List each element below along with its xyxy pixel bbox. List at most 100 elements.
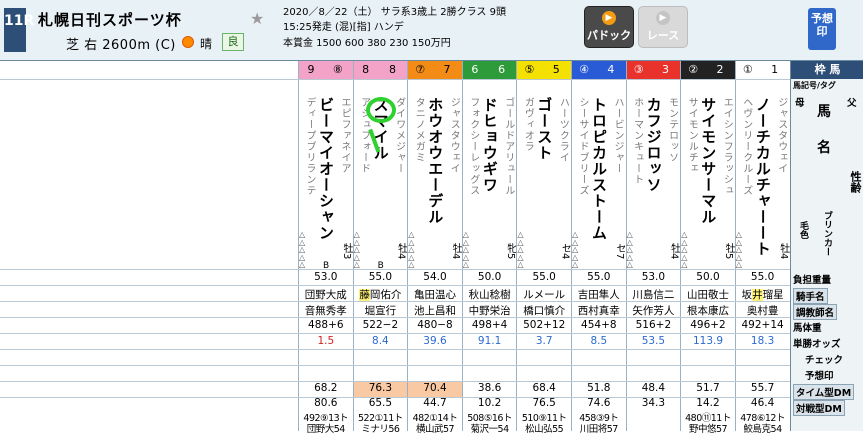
past-race-summary[interactable]: 522①11ト ミナリ56 (354, 413, 408, 435)
past-race-summary[interactable]: 478⑥12ト 鮫島克54 (736, 413, 790, 435)
check-cell[interactable] (299, 351, 353, 363)
forecast-cell[interactable] (572, 367, 626, 379)
race-button-label: レース (646, 29, 680, 42)
horse-column[interactable]: ④4 シーサイドブリーズ トロピカルストーム ハービンジャー △ △ △ △ △ セ7 … (571, 61, 626, 435)
trainer-name[interactable]: 西村真幸 (572, 303, 626, 318)
jockey-name[interactable]: ルメール (517, 287, 571, 302)
horse-column[interactable]: ⑤5 ガヴィオラ ゴースト ハーツクライ △ △ △ △ △ セ4 55.0 ルメール … (516, 61, 571, 435)
jockey-name[interactable]: 秋山稔樹 (463, 287, 517, 302)
win-odds: 39.6 (423, 335, 447, 347)
body-weight: 480−8 (417, 319, 453, 331)
waku-number: ⑦ (408, 61, 433, 79)
vs-dm-value: 65.5 (368, 397, 393, 409)
dam-sire-name: ハーツクライ (557, 97, 569, 163)
trainer-name[interactable]: 根本康広 (681, 303, 735, 318)
row-labels: 枠 馬 馬記号/タグ 母 父 馬 名 性齢 ブリンカー 毛色 負担重量 騎手名 … (790, 61, 863, 431)
horse-column[interactable]: ②2 サイモンルチェ サイモンサーマル エイシンフラッシュ △ △ △ △ △ 牡5 5… (680, 61, 735, 435)
check-cell[interactable] (463, 351, 517, 363)
check-cell[interactable] (572, 351, 626, 363)
jockey-name[interactable]: 藤岡佑介 (354, 287, 408, 302)
sex-age: 牡4 (777, 243, 789, 260)
horse-name[interactable]: トロピカルストーム (589, 97, 610, 241)
forecast-cell[interactable] (517, 367, 571, 379)
dam-sire-name: エイシンフラッシュ (721, 97, 733, 196)
check-cell[interactable] (681, 351, 735, 363)
forecast-cell[interactable] (408, 367, 462, 379)
trainer-name[interactable]: 矢作芳人 (627, 303, 681, 318)
jockey-name[interactable]: 亀田温心 (408, 287, 462, 302)
race-video-button[interactable]: ▶ レース (638, 6, 688, 48)
forecast-cell[interactable] (681, 367, 735, 379)
horse-name[interactable]: ホウオウエーデル (425, 97, 446, 225)
forecast-cell[interactable] (354, 367, 408, 379)
check-cell[interactable] (408, 351, 462, 363)
vs-dm-label[interactable]: 対戦型DM (793, 400, 845, 416)
body-weight: 498+4 (471, 319, 508, 331)
trainer-name[interactable]: 池上昌和 (408, 303, 462, 318)
horse-column[interactable]: ③3 ホーマンキュート カフジロッソ モンテロッソ △ △ △ △ △ 牡4 53.0 … (625, 61, 681, 431)
horse-name[interactable]: カフジロッソ (644, 97, 665, 193)
forecast-cell[interactable] (463, 367, 517, 379)
sire-name: ヘヴンリークルーズ (740, 97, 752, 196)
trainer-name[interactable]: 音無秀孝 (299, 303, 353, 318)
carry-weight: 50.0 (477, 271, 502, 283)
past-race-summary[interactable]: 458③9ト 川田将57 (572, 413, 626, 435)
horse-name[interactable]: ドヒョウギワ (480, 97, 501, 193)
jockey-name[interactable]: 団野大成 (299, 287, 353, 302)
race-time-line: 15:25発走 (混)[指] ハンデ (283, 22, 404, 33)
trainer-name[interactable]: 橋口慎介 (517, 303, 571, 318)
past-race-summary[interactable]: 480⑪11ト 野中悠57 (681, 413, 735, 435)
horse-column[interactable]: ⑦7 タニノメガミ ホウオウエーデル ジャスタウェイ △ △ △ △ △ 牡4 54.0… (407, 61, 462, 435)
trainer-label[interactable]: 調教師名 (793, 304, 838, 320)
horse-number: 7 (432, 61, 462, 79)
jockey-name[interactable]: 山田敬士 (681, 287, 735, 302)
jockey-label[interactable]: 騎手名 (793, 288, 828, 304)
time-dm-label[interactable]: タイム型DM (793, 384, 855, 400)
waku-number: ③ (626, 61, 651, 79)
past-race-summary[interactable]: 482①14ト 横山武57 (408, 413, 462, 435)
body-weight: 516+2 (635, 319, 672, 331)
trainer-name[interactable]: 堀宣行 (354, 303, 408, 318)
carry-weight: 53.0 (641, 271, 666, 283)
forecast-button[interactable]: 予想印 (808, 8, 836, 50)
odds-label: 単勝オッズ (793, 339, 841, 350)
forecast-cell[interactable] (299, 367, 353, 379)
vs-dm-value: 14.2 (696, 397, 720, 409)
waku-number: ⑤ (517, 61, 542, 79)
paddock-button[interactable]: ▶ パドック (584, 6, 634, 48)
horse-column[interactable]: ①1 ヘヴンリークルーズ ノーチカルチャーート ジャスタウェイ △ △ △ △ △ 牡4… (734, 61, 790, 435)
check-cell[interactable] (736, 351, 790, 363)
vs-dm-value: 46.4 (750, 397, 775, 409)
trainer-name[interactable]: 中野栄治 (463, 303, 517, 318)
jockey-name[interactable]: 川島信二 (627, 287, 681, 302)
horse-column[interactable]: 66 フォクシーレッグス ドヒョウギワ ゴールドアリュール △ △ △ △ △ 牝5 5… (461, 61, 517, 435)
horse-name[interactable]: ビーマイオーシャン (316, 97, 337, 241)
check-cell[interactable] (517, 351, 571, 363)
forecast-cell[interactable] (736, 367, 790, 379)
trainer-name[interactable]: 奥村豊 (736, 303, 790, 318)
horse-column[interactable]: 9⑧ ディープブリランテ ビーマイオーシャン エピファネイア △ △ △ △ △ 牡3 … (298, 61, 353, 435)
check-cell[interactable] (627, 351, 681, 363)
past-race-summary[interactable]: 492⑨13ト 団野大54 (299, 413, 353, 435)
check-label: チェック (805, 355, 844, 366)
horse-number: ⑧ (323, 61, 353, 79)
weather-text: 晴 (200, 37, 213, 51)
check-cell[interactable] (354, 351, 408, 363)
jockey-name[interactable]: 吉田隼人 (572, 287, 626, 302)
forecast-cell[interactable] (627, 367, 681, 379)
time-dm-value: 55.7 (750, 382, 775, 394)
waku-uma-cell: ④4 (572, 61, 626, 79)
star-icon[interactable]: ★ (250, 9, 264, 28)
past-race-summary[interactable]: 510⑨11ト 松山弘55 (517, 413, 571, 435)
dam-sire-name: ハービンジャー (612, 97, 623, 174)
waku-number: 8 (353, 61, 378, 79)
horse-name[interactable]: ゴースト (534, 97, 555, 161)
horse-number: 3 (650, 61, 681, 79)
jockey-name[interactable]: 坂井瑠星 (736, 287, 790, 302)
vs-dm-value: 80.6 (314, 397, 338, 409)
past-race-summary[interactable]: 508⑤16ト 菊沢一54 (463, 413, 517, 435)
horse-name[interactable]: サイモンサーマル (698, 97, 719, 225)
prize-line: 本賞金 1500 600 380 230 150万円 (283, 38, 451, 49)
dam-sire-name: ジャスタウェイ (775, 97, 787, 174)
sire-name: ディープブリランテ (304, 97, 315, 196)
